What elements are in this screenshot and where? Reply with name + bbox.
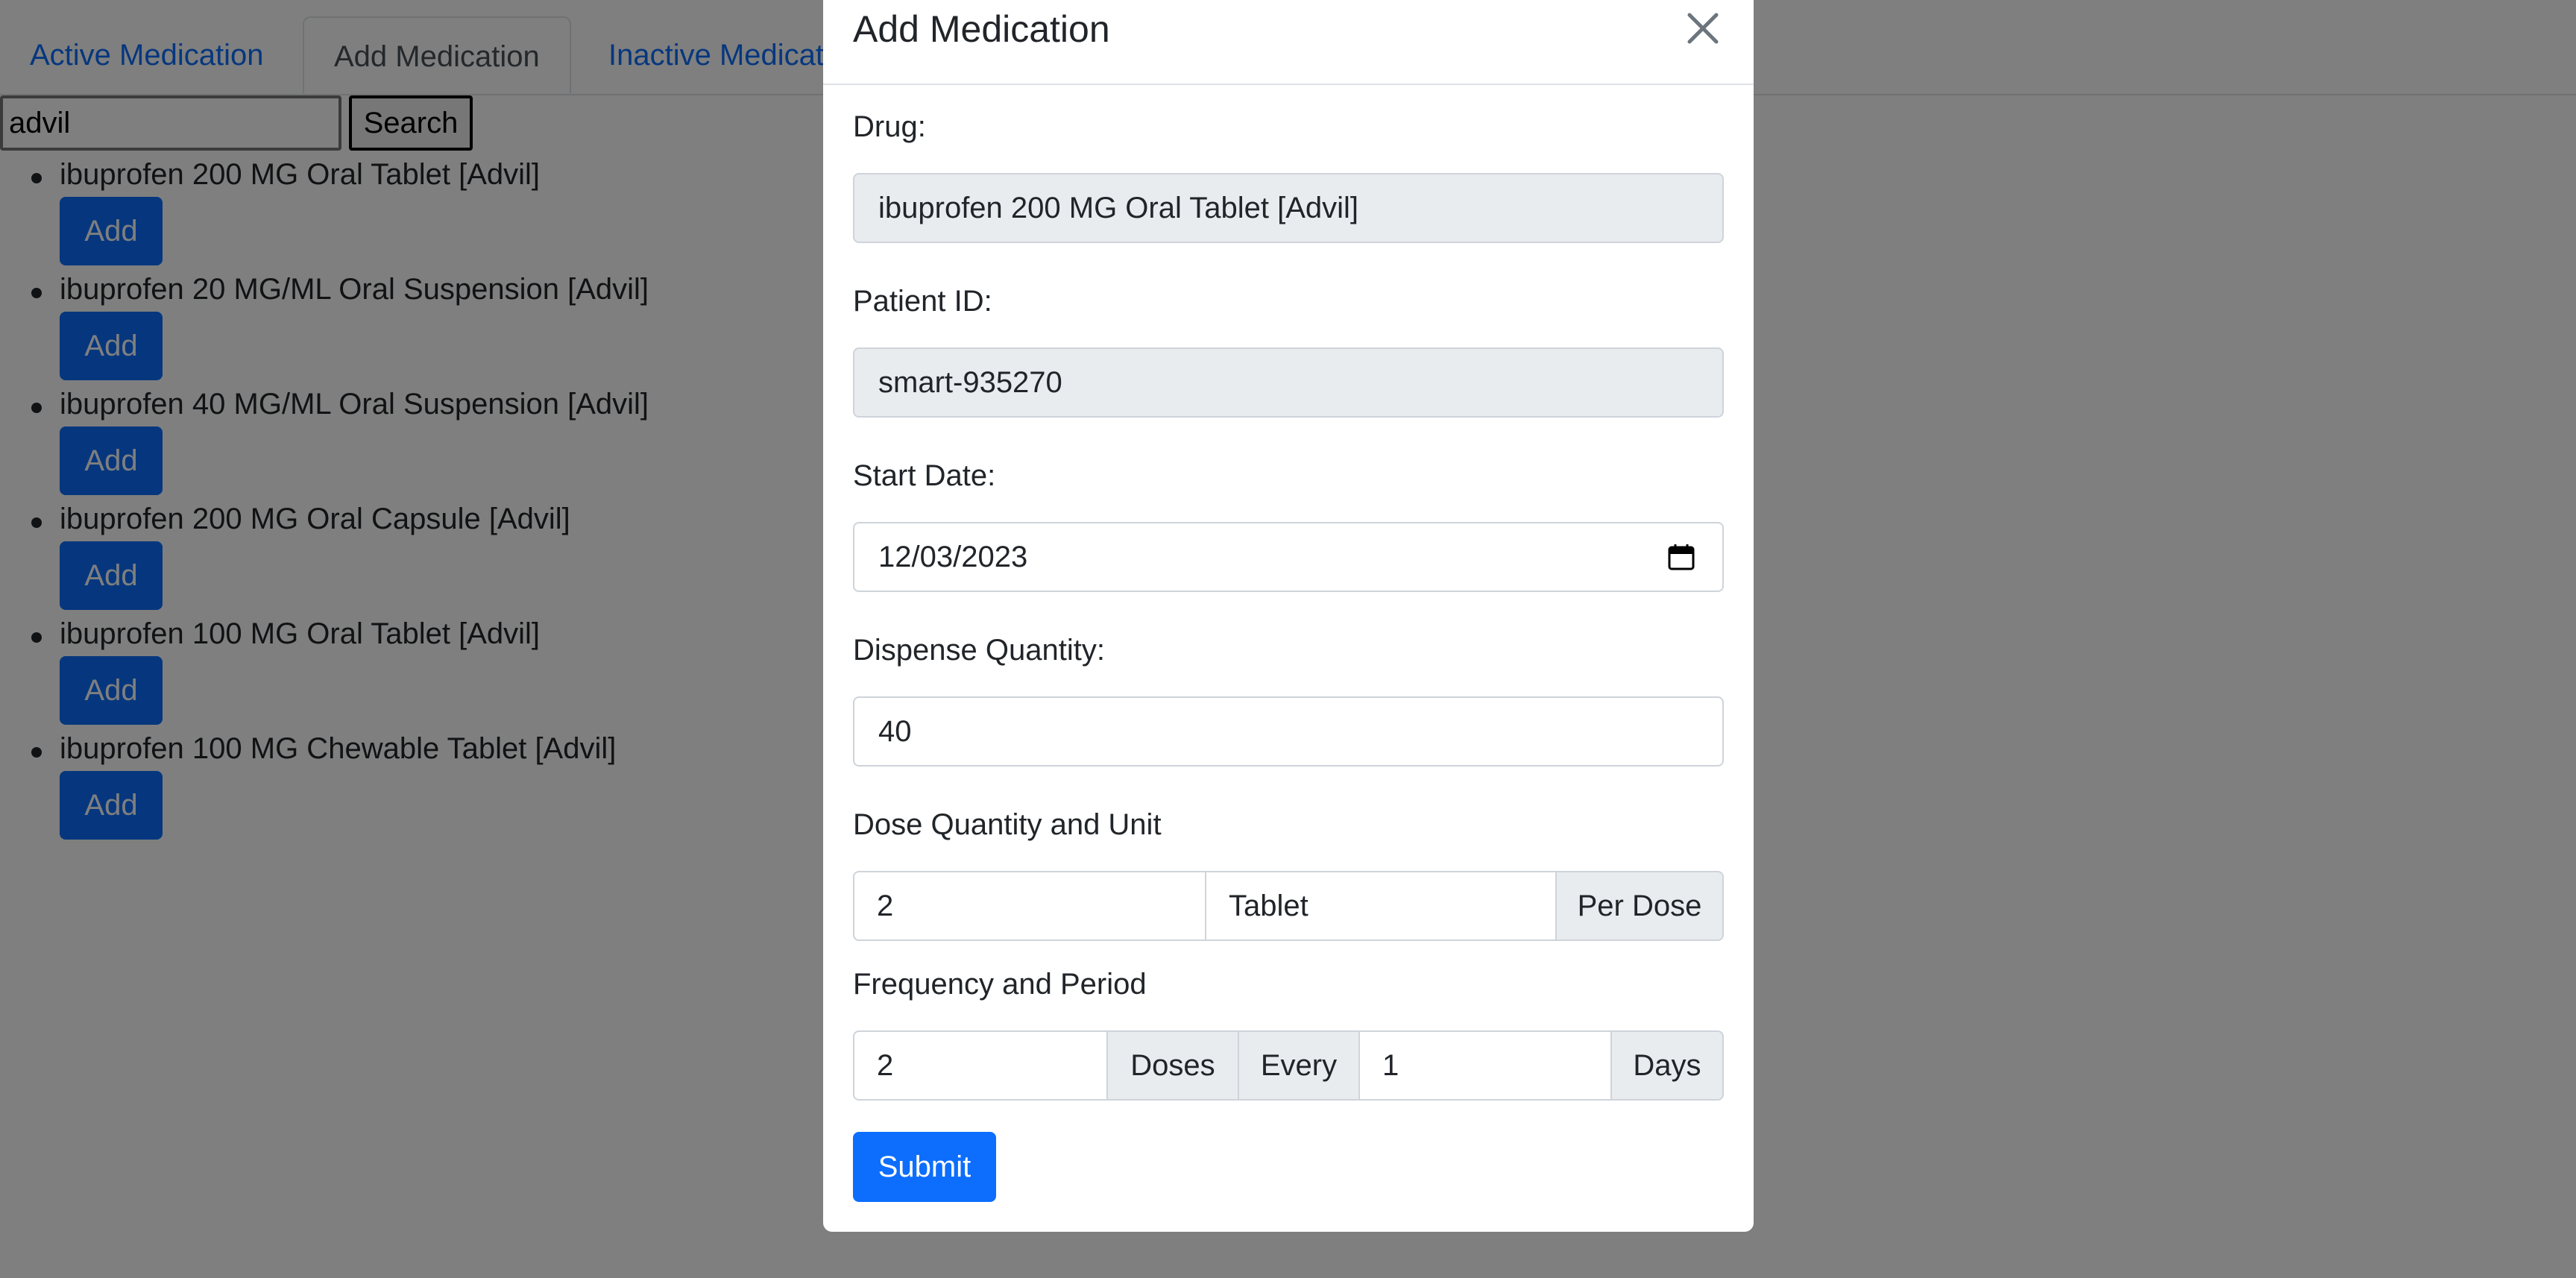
close-icon <box>1687 13 1719 44</box>
frequency-count-field[interactable]: 2 <box>853 1030 1108 1101</box>
dose-input-group: 2 Tablet Per Dose <box>853 871 1724 941</box>
dispense-quantity-field[interactable]: 40 <box>853 696 1724 767</box>
start-date-field[interactable]: 12/03/2023 <box>853 522 1724 592</box>
calendar-icon[interactable] <box>1667 543 1695 571</box>
start-date-label: Start Date: <box>853 459 996 492</box>
patient-id-label: Patient ID: <box>853 285 992 318</box>
per-dose-addon: Per Dose <box>1555 871 1724 941</box>
start-date-value: 12/03/2023 <box>878 541 1028 573</box>
drug-field[interactable]: ibuprofen 200 MG Oral Tablet [Advil] <box>853 173 1724 243</box>
days-addon: Days <box>1610 1030 1724 1101</box>
modal-title: Add Medication <box>853 8 1110 50</box>
every-addon: Every <box>1238 1030 1360 1101</box>
add-medication-modal: Add Medication Drug: ibuprofen 200 MG Or… <box>823 0 1754 1232</box>
submit-button[interactable]: Submit <box>853 1132 996 1202</box>
dose-quantity-field[interactable]: 2 <box>853 871 1206 941</box>
modal-header: Add Medication <box>823 0 1754 85</box>
period-field[interactable]: 1 <box>1358 1030 1612 1101</box>
patient-id-field[interactable]: smart-935270 <box>853 347 1724 418</box>
drug-label: Drug: <box>853 110 926 143</box>
close-button[interactable] <box>1681 6 1725 51</box>
frequency-input-group: 2 Doses Every 1 Days <box>853 1030 1724 1101</box>
frequency-label: Frequency and Period <box>853 968 1147 1001</box>
dose-label: Dose Quantity and Unit <box>853 808 1162 841</box>
dispense-quantity-label: Dispense Quantity: <box>853 634 1105 667</box>
doses-addon: Doses <box>1106 1030 1239 1101</box>
dose-unit-field[interactable]: Tablet <box>1205 871 1557 941</box>
